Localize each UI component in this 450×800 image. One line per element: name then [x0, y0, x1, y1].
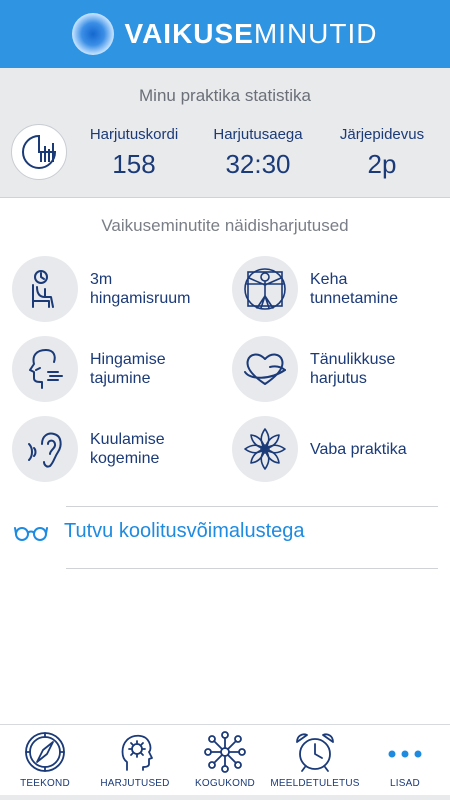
exercise-label: 3m hingamisruum — [90, 271, 191, 307]
stat-value: 2p — [367, 149, 397, 179]
logo-circle-icon — [72, 13, 115, 55]
brand-logo: VAIKUSEMINUTID — [72, 13, 377, 55]
bottom-edge — [0, 795, 450, 800]
stat-practice-count: Harjutuskordi 158 — [69, 126, 199, 180]
lotus-icon — [232, 416, 298, 482]
exercise-listening[interactable]: Kuulamise kogemine — [12, 414, 222, 484]
app-header: VAIKUSEMINUTID — [0, 0, 450, 68]
stats-panel: Minu praktika statistika Harjutuskordi 1… — [0, 68, 450, 198]
divider-bottom — [66, 568, 438, 569]
stat-practice-time: Harjutusaega 32:30 — [193, 126, 323, 180]
brand-title-bold: VAIKUSE — [124, 18, 254, 49]
more-dots-icon — [388, 750, 422, 758]
network-icon — [204, 731, 246, 773]
bottom-tab-bar: TEEKOND HARJUTUSED KOGUKOND MEELDETULETU… — [0, 724, 450, 800]
tab-label: HARJUTUSED — [100, 778, 170, 789]
tab-label: TEEKOND — [20, 778, 70, 789]
brand-title: VAIKUSEMINUTID — [124, 18, 377, 50]
exercises-title: Vaikuseminutite näidisharjutused — [101, 216, 349, 235]
exercise-gratitude[interactable]: Tänulikkuse harjutus — [232, 334, 442, 404]
exercise-label: Tänulikkuse harjutus — [310, 351, 396, 387]
tab-lisad[interactable]: LISAD — [360, 725, 450, 800]
stats-chart-icon[interactable] — [11, 124, 67, 180]
heart-icon — [232, 336, 298, 402]
stat-value: 32:30 — [225, 149, 291, 179]
tab-meeldetuletus[interactable]: MEELDETULETUS — [270, 725, 360, 800]
tab-label: KOGUKOND — [195, 778, 255, 789]
exercise-breath-perception[interactable]: Hingamise tajumine — [12, 334, 222, 404]
tab-harjutused[interactable]: HARJUTUSED — [90, 725, 180, 800]
stat-label: Järjepidevus — [339, 126, 425, 143]
stat-streak: Järjepidevus 2p — [317, 126, 447, 180]
exercise-label: Hingamise tajumine — [90, 351, 166, 387]
tab-kogukond[interactable]: KOGUKOND — [180, 725, 270, 800]
tab-label: LISAD — [390, 778, 420, 789]
course-link[interactable]: Tutvu koolitusvõimalustega — [14, 520, 305, 543]
stats-title: Minu praktika statistika — [139, 86, 311, 105]
alarm-clock-icon — [296, 733, 334, 772]
head-gear-icon — [121, 734, 153, 771]
compass-icon — [25, 732, 65, 772]
ear-icon — [12, 416, 78, 482]
vitruvian-body-icon — [232, 256, 298, 322]
exercise-label: Keha tunnetamine — [310, 271, 399, 307]
tab-teekond[interactable]: TEEKOND — [0, 725, 90, 800]
stat-label: Harjutusaega — [213, 126, 303, 143]
stat-label: Harjutuskordi — [89, 126, 179, 143]
tab-label: MEELDETULETUS — [270, 778, 360, 789]
exercise-free-practice[interactable]: Vaba praktika — [232, 414, 442, 484]
brand-title-light: MINUTID — [253, 18, 378, 49]
divider-top — [66, 506, 438, 507]
exercise-label: Kuulamise kogemine — [90, 431, 165, 467]
face-breathing-icon — [12, 336, 78, 402]
stat-value: 158 — [112, 149, 156, 179]
course-label: Tutvu koolitusvõimalustega — [64, 520, 305, 542]
exercise-breathing-space[interactable]: 3m hingamisruum — [12, 254, 222, 324]
exercise-body-awareness[interactable]: Keha tunnetamine — [232, 254, 442, 324]
glasses-icon — [14, 526, 48, 541]
clock-chair-icon — [12, 256, 78, 322]
exercise-label: Vaba praktika — [310, 440, 407, 458]
